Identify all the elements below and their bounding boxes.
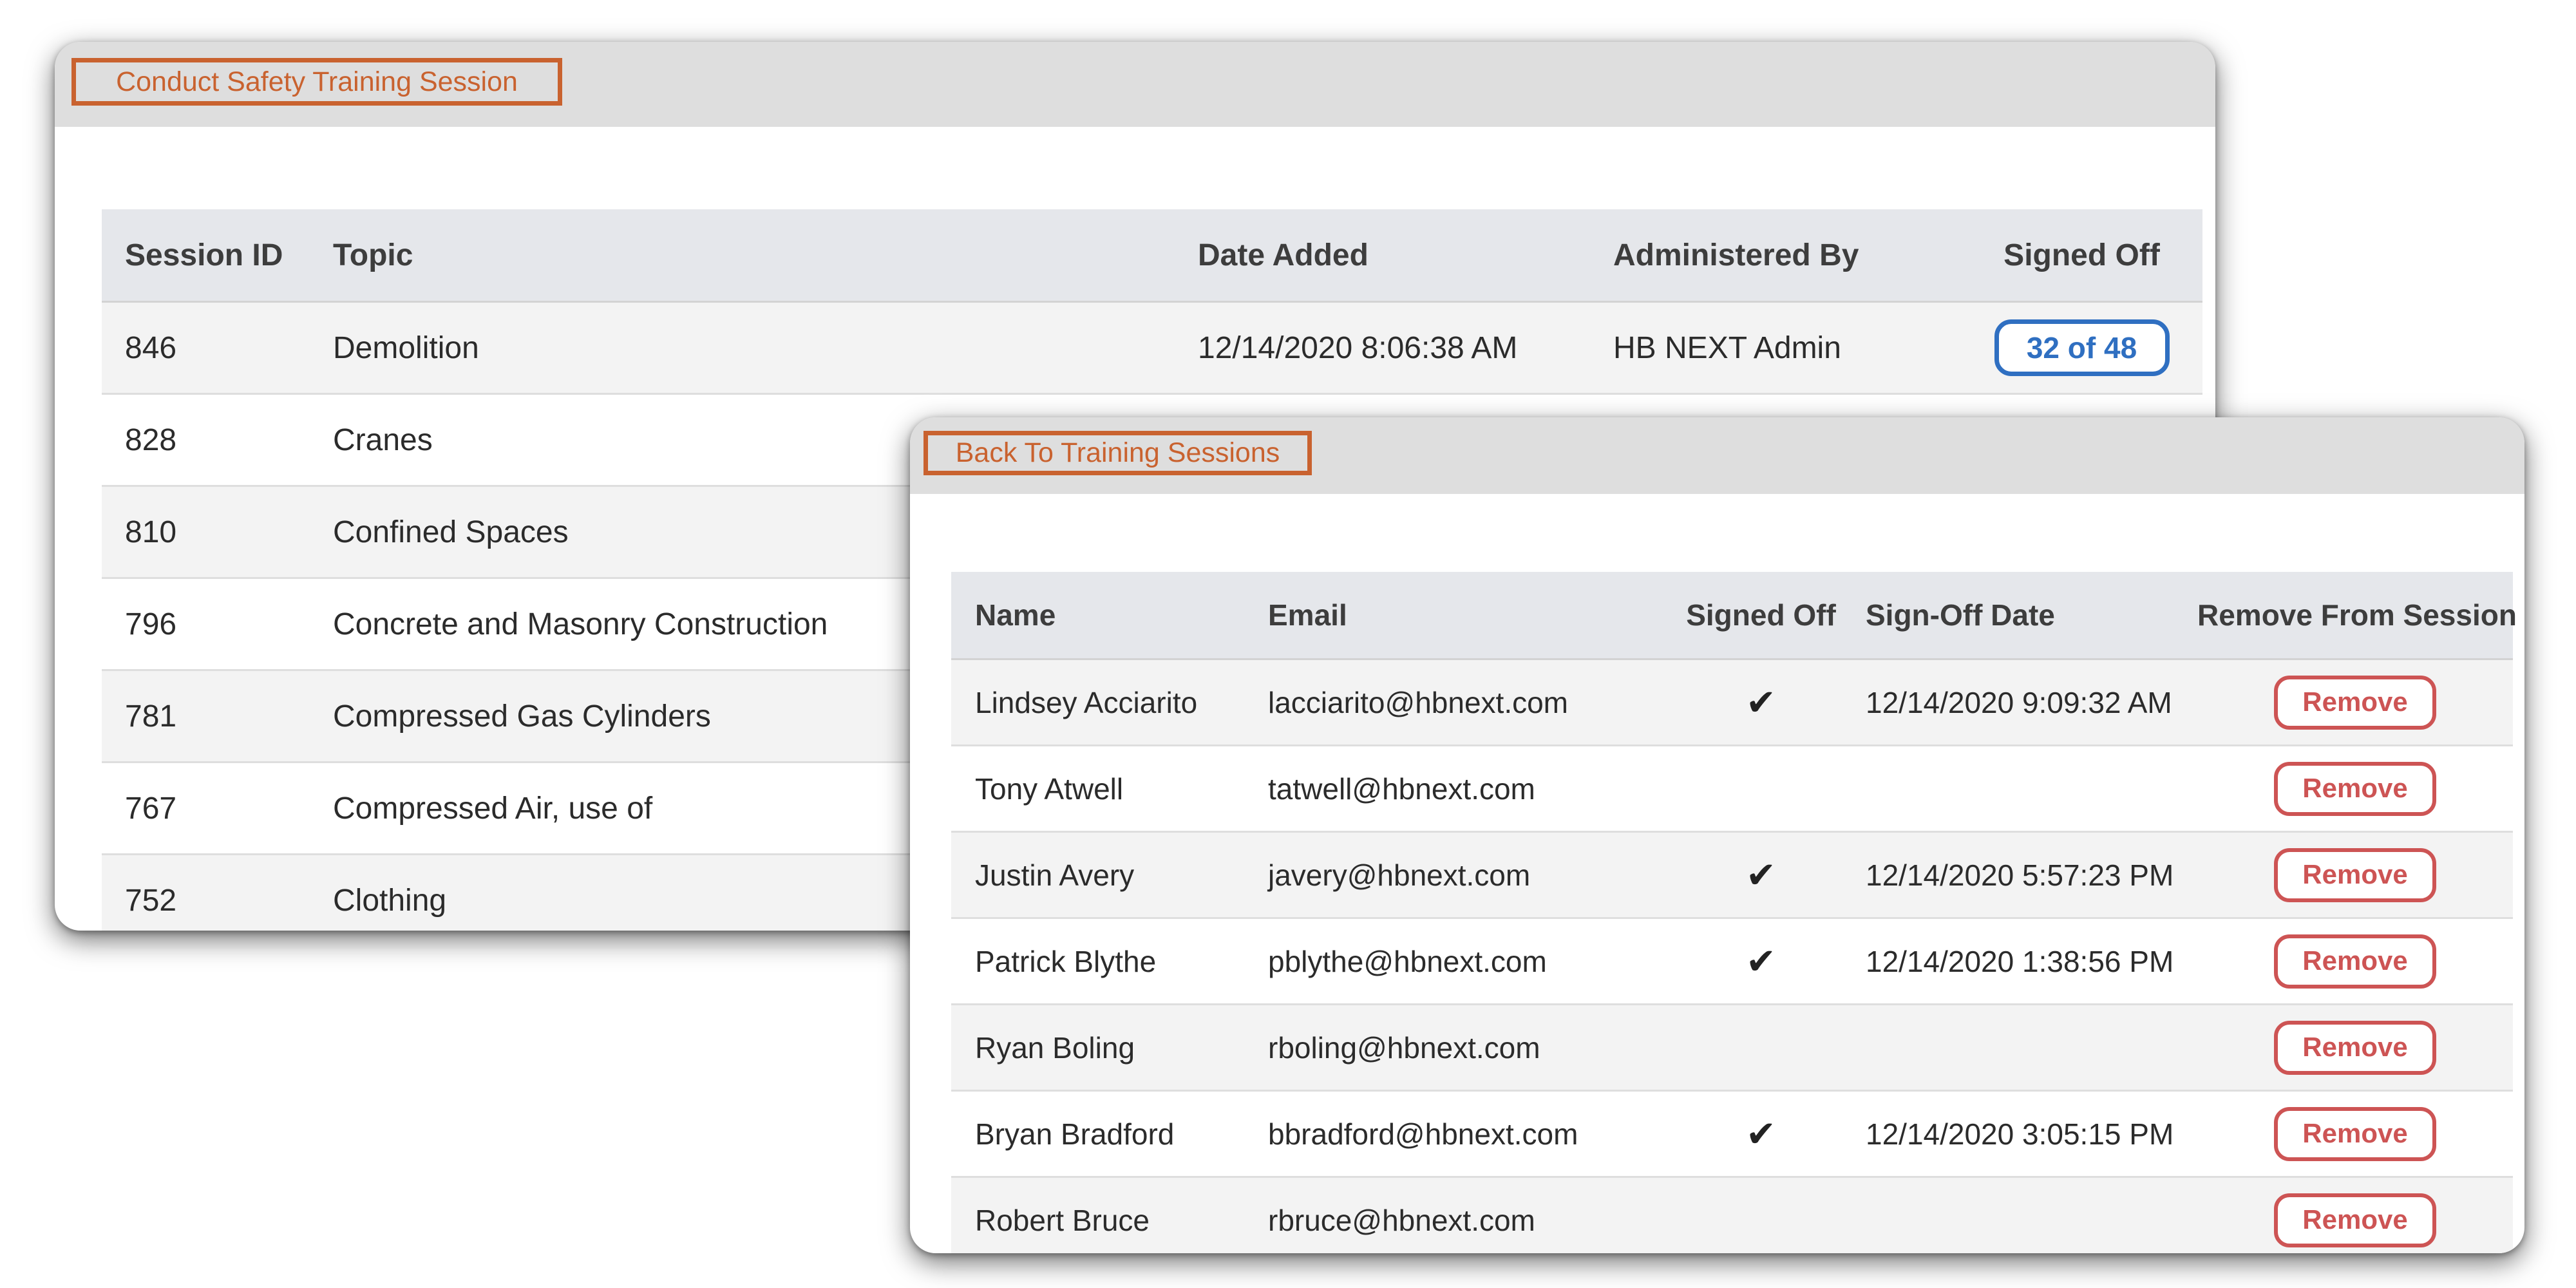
attendee-sign-off-date: 12/14/2020 3:05:15 PM — [1850, 1090, 2197, 1178]
session-id: 846 — [102, 301, 333, 395]
remove-from-session-button[interactable]: Remove — [2274, 761, 2436, 816]
remove-from-session-button[interactable]: Remove — [2274, 934, 2436, 989]
attendee-sign-off-date: 12/14/2020 5:57:23 PM — [1850, 831, 2197, 919]
session-date-added: 12/14/2020 8:06:38 AM — [1198, 301, 1613, 395]
checkmark-icon: ✔ — [1746, 681, 1776, 723]
attendee-name: Lindsey Acciarito — [951, 659, 1268, 746]
session-topic: Demolition — [333, 301, 1198, 395]
session-id: 810 — [102, 486, 333, 579]
attendee-email: pblythe@hbnext.com — [1268, 918, 1672, 1005]
session-id: 781 — [102, 670, 333, 763]
attendee-sign-off-date — [1850, 745, 2197, 833]
session-administered-by: HB NEXT Admin — [1613, 301, 1961, 395]
attendee-email: bbradford@hbnext.com — [1268, 1090, 1672, 1178]
attendee-remove-cell: Remove — [2197, 1004, 2513, 1092]
column-header-topic[interactable]: Topic — [333, 209, 1198, 303]
session-row[interactable]: 846 Demolition 12/14/2020 8:06:38 AM HB NEX… — [102, 301, 2202, 395]
attendee-email: tatwell@hbnext.com — [1268, 745, 1672, 833]
attendee-remove-cell: Remove — [2197, 831, 2513, 919]
remove-from-session-button[interactable]: Remove — [2274, 1193, 2436, 1247]
checkmark-icon: ✔ — [1746, 1113, 1776, 1154]
remove-from-session-button[interactable]: Remove — [2274, 675, 2436, 730]
attendee-row: Robert Bruce rbruce@hbnext.com Remove — [951, 1177, 2513, 1253]
attendee-name: Patrick Blythe — [951, 918, 1268, 1005]
panel-header: Back To Training Sessions — [910, 417, 2524, 494]
attendee-row: Ryan Boling rboling@hbnext.com Remove — [951, 1004, 2513, 1092]
column-header-name[interactable]: Name — [951, 572, 1268, 660]
conduct-safety-training-session-button[interactable]: Conduct Safety Training Session — [71, 58, 562, 106]
attendee-row: Patrick Blythe pblythe@hbnext.com ✔ 12/14/2… — [951, 918, 2513, 1005]
attendee-email: javery@hbnext.com — [1268, 831, 1672, 919]
attendee-name: Ryan Boling — [951, 1004, 1268, 1092]
column-header-administered-by[interactable]: Administered By — [1613, 209, 1961, 303]
attendee-email: rbruce@hbnext.com — [1268, 1177, 1672, 1253]
attendee-remove-cell: Remove — [2197, 918, 2513, 1005]
attendees-table: Name Email Signed Off Sign-Off Date Remo… — [951, 572, 2517, 1253]
attendee-signed-off-cell: ✔ — [1672, 918, 1850, 1005]
attendee-signed-off-cell — [1672, 1177, 1850, 1253]
attendee-remove-cell: Remove — [2197, 659, 2513, 746]
attendee-remove-cell: Remove — [2197, 1177, 2513, 1253]
attendee-signed-off-cell: ✔ — [1672, 831, 1850, 919]
session-signed-off-cell: 32 of 48 — [1961, 301, 2202, 395]
session-id: 828 — [102, 393, 333, 487]
column-header-email[interactable]: Email — [1268, 572, 1672, 660]
table-header-row: Name Email Signed Off Sign-Off Date Remo… — [951, 572, 2517, 660]
attendee-email: lacciarito@hbnext.com — [1268, 659, 1672, 746]
column-header-remove-from-session: Remove From Session — [2197, 572, 2517, 660]
attendee-name: Tony Atwell — [951, 745, 1268, 833]
attendee-signed-off-cell: ✔ — [1672, 1090, 1850, 1178]
checkmark-icon: ✔ — [1746, 854, 1776, 895]
attendee-remove-cell: Remove — [2197, 745, 2513, 833]
column-header-date-added[interactable]: Date Added — [1198, 209, 1613, 303]
session-attendees-panel: Back To Training Sessions Name Email Sig… — [910, 417, 2524, 1253]
remove-from-session-button[interactable]: Remove — [2274, 1106, 2436, 1161]
column-header-signed-off[interactable]: Signed Off — [1961, 209, 2202, 303]
session-id: 752 — [102, 854, 333, 931]
attendee-sign-off-date: 12/14/2020 9:09:32 AM — [1850, 659, 2197, 746]
panel-header: Conduct Safety Training Session — [55, 42, 2215, 127]
attendee-signed-off-cell — [1672, 1004, 1850, 1092]
attendee-row: Tony Atwell tatwell@hbnext.com Remove — [951, 745, 2513, 833]
attendee-sign-off-date — [1850, 1004, 2197, 1092]
session-id: 796 — [102, 578, 333, 671]
signed-off-count-button[interactable]: 32 of 48 — [1994, 319, 2170, 376]
remove-from-session-button[interactable]: Remove — [2274, 1020, 2436, 1075]
checkmark-icon: ✔ — [1746, 940, 1776, 981]
column-header-session-id[interactable]: Session ID — [102, 209, 333, 303]
remove-from-session-button[interactable]: Remove — [2274, 848, 2436, 902]
attendee-sign-off-date — [1850, 1177, 2197, 1253]
attendee-email: rboling@hbnext.com — [1268, 1004, 1672, 1092]
attendee-row: Justin Avery javery@hbnext.com ✔ 12/14/2020… — [951, 831, 2513, 919]
attendee-name: Bryan Bradford — [951, 1090, 1268, 1178]
session-id: 767 — [102, 762, 333, 855]
column-header-signed-off[interactable]: Signed Off — [1672, 572, 1850, 660]
attendee-name: Justin Avery — [951, 831, 1268, 919]
attendee-name: Robert Bruce — [951, 1177, 1268, 1253]
attendee-sign-off-date: 12/14/2020 1:38:56 PM — [1850, 918, 2197, 1005]
attendee-signed-off-cell — [1672, 745, 1850, 833]
attendee-remove-cell: Remove — [2197, 1090, 2513, 1178]
attendee-row: Bryan Bradford bbradford@hbnext.com ✔ 12/14… — [951, 1090, 2513, 1178]
attendee-row: Lindsey Acciarito lacciarito@hbnext.com ✔ 1… — [951, 659, 2513, 746]
attendee-signed-off-cell: ✔ — [1672, 659, 1850, 746]
back-to-training-sessions-button[interactable]: Back To Training Sessions — [923, 431, 1312, 475]
column-header-sign-off-date[interactable]: Sign-Off Date — [1850, 572, 2197, 660]
table-header-row: Session ID Topic Date Added Administered… — [102, 209, 2202, 303]
